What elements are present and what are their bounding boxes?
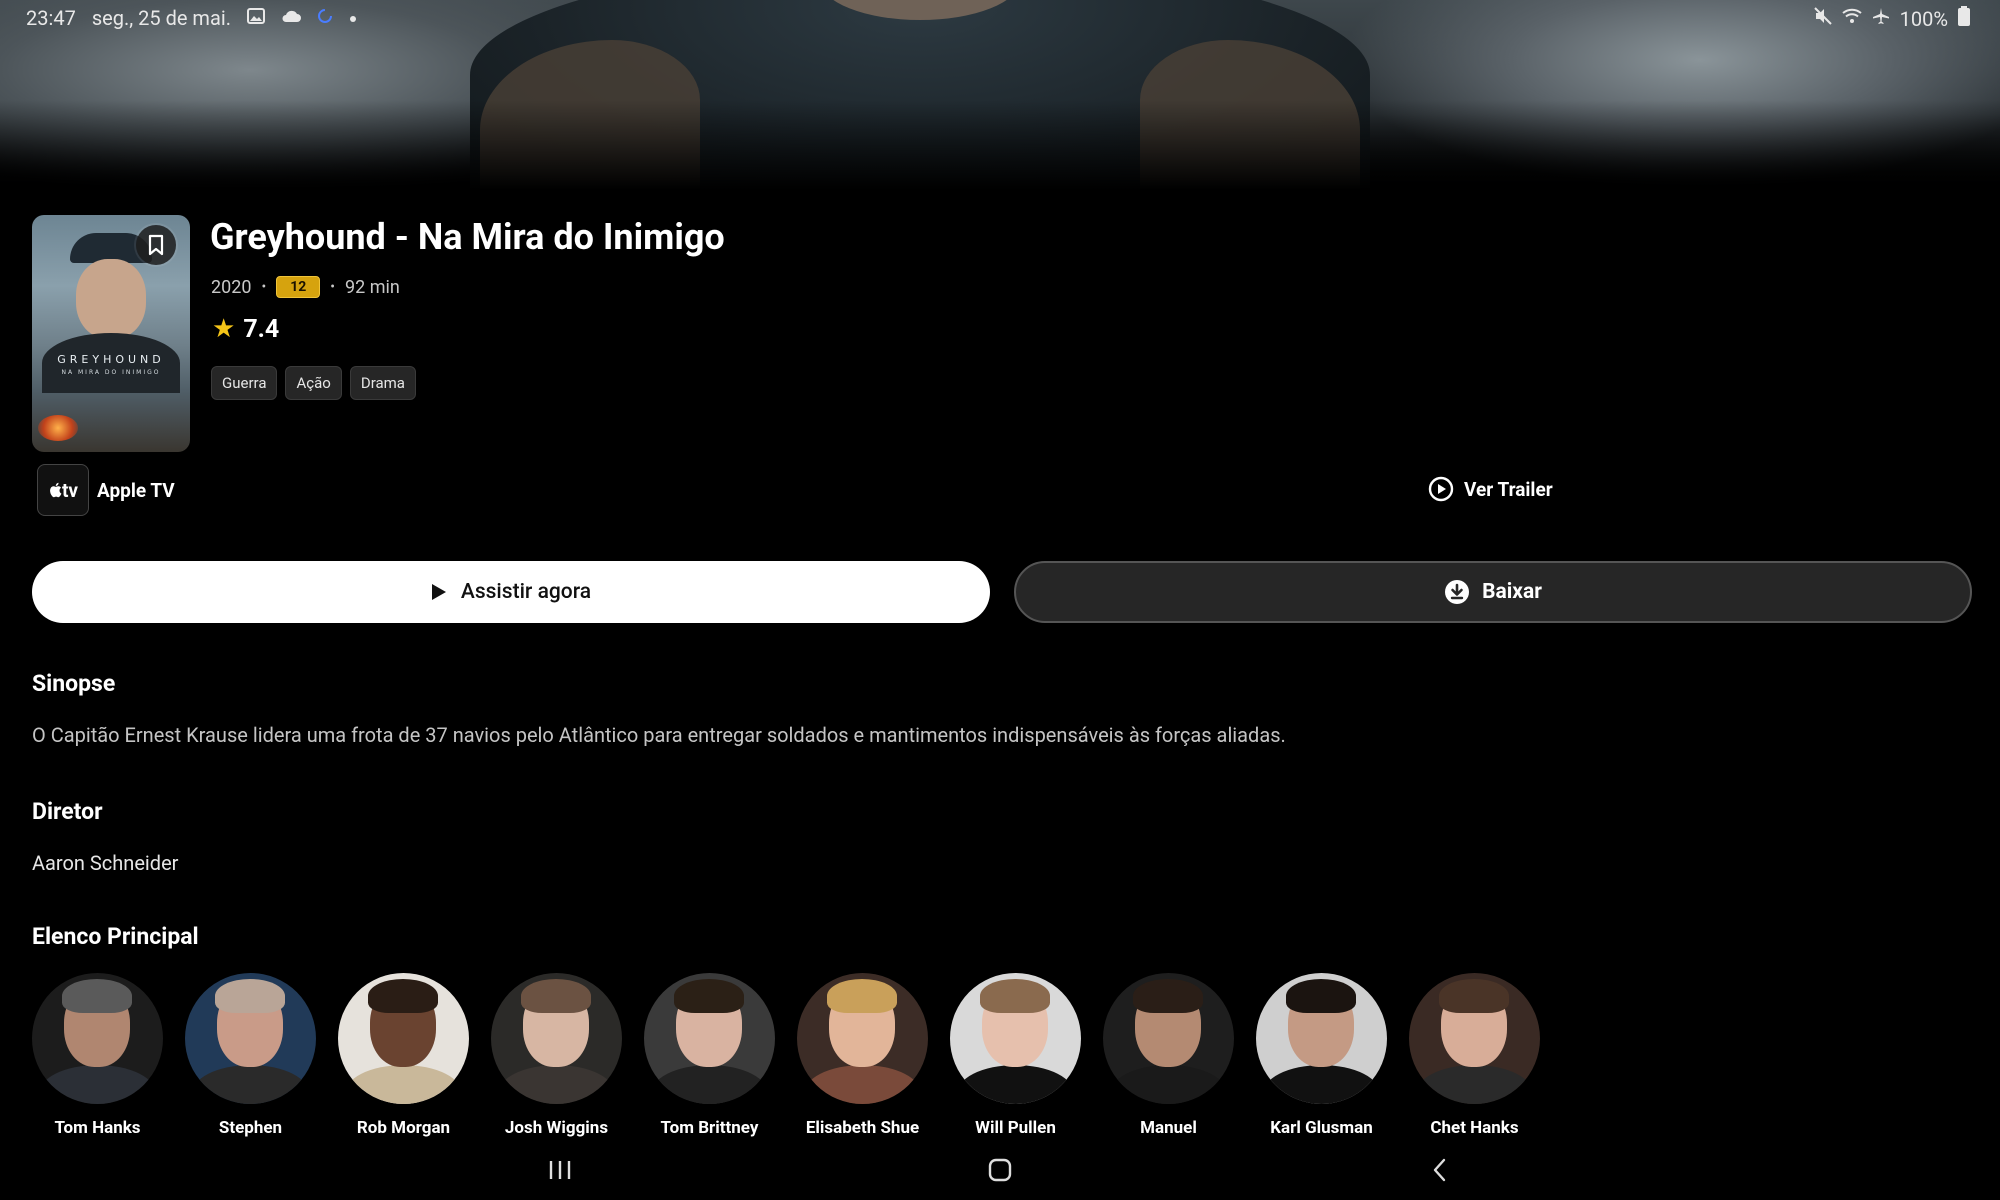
cast-member[interactable]: Chet Hanks <box>1409 973 1540 1138</box>
download-button[interactable]: Baixar <box>1014 561 1972 623</box>
cast-name: Tom Hanks <box>54 1118 141 1138</box>
battery-percent: 100% <box>1899 6 1948 31</box>
movie-duration: 92 min <box>345 276 400 298</box>
cast-member[interactable]: Josh Wiggins <box>491 973 622 1138</box>
status-time: 23:47 <box>26 6 76 30</box>
cast-name: Josh Wiggins <box>504 1118 609 1138</box>
cast-list: Tom Hanks Stephen Rob Morgan Josh Wiggin… <box>32 973 1540 1138</box>
home-button[interactable] <box>980 1153 1020 1187</box>
cast-member[interactable]: Elisabeth Shue <box>797 973 928 1138</box>
separator-dot: • <box>330 279 336 295</box>
movie-meta: 2020 • 12 • 92 min <box>211 276 400 298</box>
cast-photo <box>797 973 928 1104</box>
cast-photo <box>644 973 775 1104</box>
download-icon <box>1445 580 1470 604</box>
age-rating-badge: 12 <box>276 276 321 298</box>
system-nav-bar <box>0 1145 2000 1195</box>
poster-title: GREYHOUND <box>57 353 165 366</box>
cast-name: Stephen <box>218 1118 283 1138</box>
back-icon <box>1433 1158 1446 1182</box>
image-icon <box>246 7 265 29</box>
status-date: seg., 25 de mai. <box>91 6 231 30</box>
cast-member[interactable]: Stephen <box>185 973 316 1138</box>
home-icon <box>988 1158 1012 1182</box>
genre-list: Guerra Ação Drama <box>211 366 416 400</box>
apple-tv-logo: tv <box>37 464 89 516</box>
cast-photo <box>491 973 622 1104</box>
cast-photo <box>185 973 316 1104</box>
sync-icon <box>317 8 333 29</box>
download-label: Baixar <box>1482 580 1542 604</box>
genre-chip[interactable]: Drama <box>349 366 416 400</box>
play-icon <box>431 584 446 600</box>
cast-name: Elisabeth Shue <box>805 1118 920 1138</box>
cast-heading: Elenco Principal <box>32 923 199 950</box>
cast-member[interactable]: Karl Glusman <box>1256 973 1387 1138</box>
wifi-icon <box>1841 8 1862 29</box>
status-bar: 23:47 seg., 25 de mai. 100% <box>0 0 2000 34</box>
cast-photo <box>338 973 469 1104</box>
cast-member[interactable]: Rob Morgan <box>338 973 469 1138</box>
director-heading: Diretor <box>32 798 103 825</box>
cast-member[interactable]: Manuel <box>1103 973 1234 1138</box>
cast-name: Tom Brittney <box>660 1118 759 1138</box>
separator-dot: • <box>261 279 267 295</box>
movie-poster[interactable]: GREYHOUND NA MIRA DO INIMIGO <box>32 215 190 452</box>
watch-trailer-button[interactable]: Ver Trailer <box>1428 476 1553 502</box>
synopsis-heading: Sinopse <box>32 670 116 697</box>
rating-value: 7.4 <box>243 314 280 344</box>
recent-apps-button[interactable] <box>540 1153 580 1187</box>
recent-apps-icon <box>549 1161 571 1179</box>
movie-title: Greyhound - Na Mira do Inimigo <box>210 216 725 258</box>
movie-year: 2020 <box>211 276 252 298</box>
cast-name: Karl Glusman <box>1270 1118 1373 1138</box>
star-icon: ★ <box>212 314 236 344</box>
apple-icon <box>50 482 62 498</box>
provider-logo-text: tv <box>61 478 79 502</box>
bookmark-icon <box>148 234 164 256</box>
synopsis-text: O Capitão Ernest Krause lidera uma frota… <box>32 723 1286 747</box>
airplane-icon <box>1872 7 1890 30</box>
cast-photo <box>32 973 163 1104</box>
cast-member[interactable]: Will Pullen <box>950 973 1081 1138</box>
cloud-icon <box>281 8 301 28</box>
mute-icon <box>1813 7 1832 30</box>
dot-icon <box>349 8 357 28</box>
poster-subtitle: NA MIRA DO INIMIGO <box>61 369 161 376</box>
cast-name: Chet Hanks <box>1430 1118 1519 1138</box>
movie-rating: ★ 7.4 <box>212 314 279 344</box>
cast-photo <box>1256 973 1387 1104</box>
director-name: Aaron Schneider <box>32 851 179 875</box>
cast-name: Manuel <box>1140 1118 1197 1138</box>
cast-member[interactable]: Tom Brittney <box>644 973 775 1138</box>
bookmark-button[interactable] <box>136 225 176 265</box>
cast-photo <box>1103 973 1234 1104</box>
cast-name: Rob Morgan <box>356 1118 451 1138</box>
cast-name: Will Pullen <box>975 1118 1056 1138</box>
poster-face <box>76 259 146 339</box>
poster-fire <box>38 415 78 441</box>
genre-chip[interactable]: Ação <box>285 366 342 400</box>
back-button[interactable] <box>1420 1153 1460 1187</box>
genre-chip[interactable]: Guerra <box>211 366 278 400</box>
play-circle-icon <box>1428 476 1454 502</box>
battery-icon <box>1958 6 1970 31</box>
watch-now-button[interactable]: Assistir agora <box>32 561 990 623</box>
watch-now-label: Assistir agora <box>460 580 592 604</box>
cast-member[interactable]: Tom Hanks <box>32 973 163 1138</box>
provider-name: Apple TV <box>97 478 175 502</box>
cast-photo <box>950 973 1081 1104</box>
trailer-label: Ver Trailer <box>1464 477 1553 501</box>
streaming-provider[interactable]: tv Apple TV <box>37 464 175 516</box>
cast-photo <box>1409 973 1540 1104</box>
